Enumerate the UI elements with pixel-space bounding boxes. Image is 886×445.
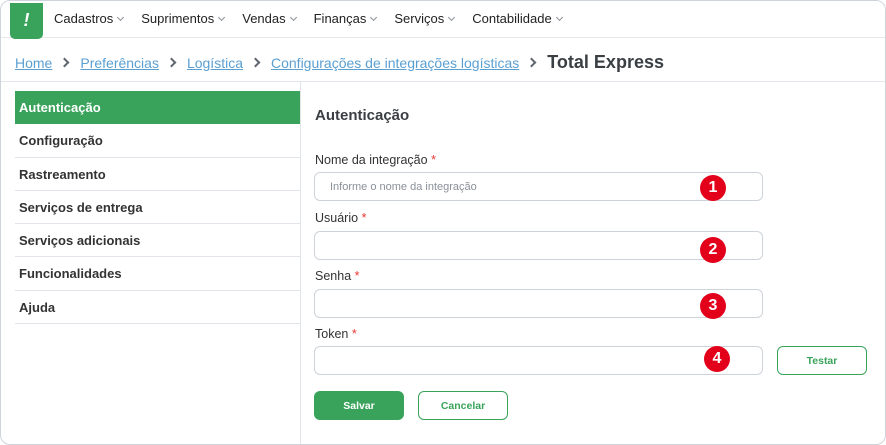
required-mark: * <box>361 211 367 225</box>
chevron-down-icon <box>218 13 226 22</box>
token-label: Token * <box>315 327 357 341</box>
menu-label: Suprimentos <box>141 11 215 26</box>
token-field <box>314 346 763 375</box>
menu-cadastros[interactable]: Cadastros <box>54 11 125 26</box>
section-title: Autenticação <box>315 107 410 124</box>
menu-servicos[interactable]: Serviços <box>394 11 456 26</box>
chevron-right-icon <box>526 57 537 68</box>
chevron-down-icon <box>555 13 563 22</box>
chevron-right-icon <box>166 57 177 68</box>
integration-name-field <box>314 172 763 201</box>
callout-badge-2: 2 <box>700 237 726 263</box>
breadcrumb: Home Preferências Logística Configuraçõe… <box>15 52 664 73</box>
chevron-right-icon <box>250 57 261 68</box>
chevron-down-icon <box>117 13 125 22</box>
page-title: Total Express <box>547 52 664 72</box>
required-mark: * <box>354 269 360 283</box>
content-divider <box>300 82 301 444</box>
menu-financas[interactable]: Finanças <box>313 11 378 26</box>
breadcrumb-home[interactable]: Home <box>15 55 52 71</box>
menu-label: Finanças <box>313 11 367 26</box>
save-button[interactable]: Salvar <box>314 391 404 420</box>
menu-contabilidade[interactable]: Contabilidade <box>472 11 563 26</box>
chevron-down-icon <box>448 13 456 22</box>
test-button[interactable]: Testar <box>777 346 867 375</box>
menu-label: Contabilidade <box>472 11 552 26</box>
required-mark: * <box>351 327 357 341</box>
chevron-right-icon <box>59 57 70 68</box>
sidebar-item-configuracao[interactable]: Configuração <box>15 124 300 158</box>
label-text: Usuário <box>315 211 359 225</box>
sidebar-item-autenticacao[interactable]: Autenticação <box>15 91 300 125</box>
header-divider <box>1 81 885 82</box>
sidebar-item-rastreamento[interactable]: Rastreamento <box>15 158 300 191</box>
sidebar-item-servicos-de-entrega[interactable]: Serviços de entrega <box>15 191 300 225</box>
sidebar-item-servicos-adicionais[interactable]: Serviços adicionais <box>15 224 300 258</box>
label-text: Senha <box>315 269 352 283</box>
sidebar-item-funcionalidades[interactable]: Funcionalidades <box>15 257 300 291</box>
app-logo-icon[interactable]: ! <box>10 3 43 39</box>
breadcrumb-preferencias[interactable]: Preferências <box>80 55 159 71</box>
chevron-down-icon <box>289 13 297 22</box>
cancel-button[interactable]: Cancelar <box>418 391 508 420</box>
callout-badge-1: 1 <box>700 175 726 201</box>
integration-name-label: Nome da integração * <box>315 153 436 167</box>
password-label: Senha * <box>315 269 360 283</box>
menu-suprimentos[interactable]: Suprimentos <box>141 11 226 26</box>
sidebar-item-ajuda[interactable]: Ajuda <box>15 291 300 325</box>
token-input[interactable] <box>315 347 762 374</box>
username-label: Usuário * <box>315 211 366 225</box>
label-text: Token <box>315 327 349 341</box>
menu-vendas[interactable]: Vendas <box>242 11 297 26</box>
chevron-down-icon <box>370 13 378 22</box>
integration-name-input[interactable] <box>315 173 762 200</box>
callout-badge-3: 3 <box>700 293 726 319</box>
menu-label: Serviços <box>394 11 445 26</box>
password-input[interactable] <box>315 290 762 317</box>
username-field <box>314 231 763 260</box>
required-mark: * <box>431 153 436 167</box>
app-window: ! Cadastros Suprimentos Vendas Finanças … <box>0 0 886 445</box>
callout-badge-4: 4 <box>704 346 730 372</box>
password-field <box>314 289 763 318</box>
menu-label: Vendas <box>242 11 286 26</box>
top-navigation: ! Cadastros Suprimentos Vendas Finanças … <box>1 1 885 39</box>
breadcrumb-logistica[interactable]: Logística <box>187 55 243 71</box>
label-text: Nome da integração <box>315 153 428 167</box>
main-menu: Cadastros Suprimentos Vendas Finanças Se… <box>54 11 580 26</box>
username-input[interactable] <box>315 232 762 259</box>
breadcrumb-configuracoes[interactable]: Configurações de integrações logísticas <box>271 55 519 71</box>
menu-label: Cadastros <box>54 11 114 26</box>
sidebar: Autenticação Configuração Rastreamento S… <box>15 91 300 325</box>
